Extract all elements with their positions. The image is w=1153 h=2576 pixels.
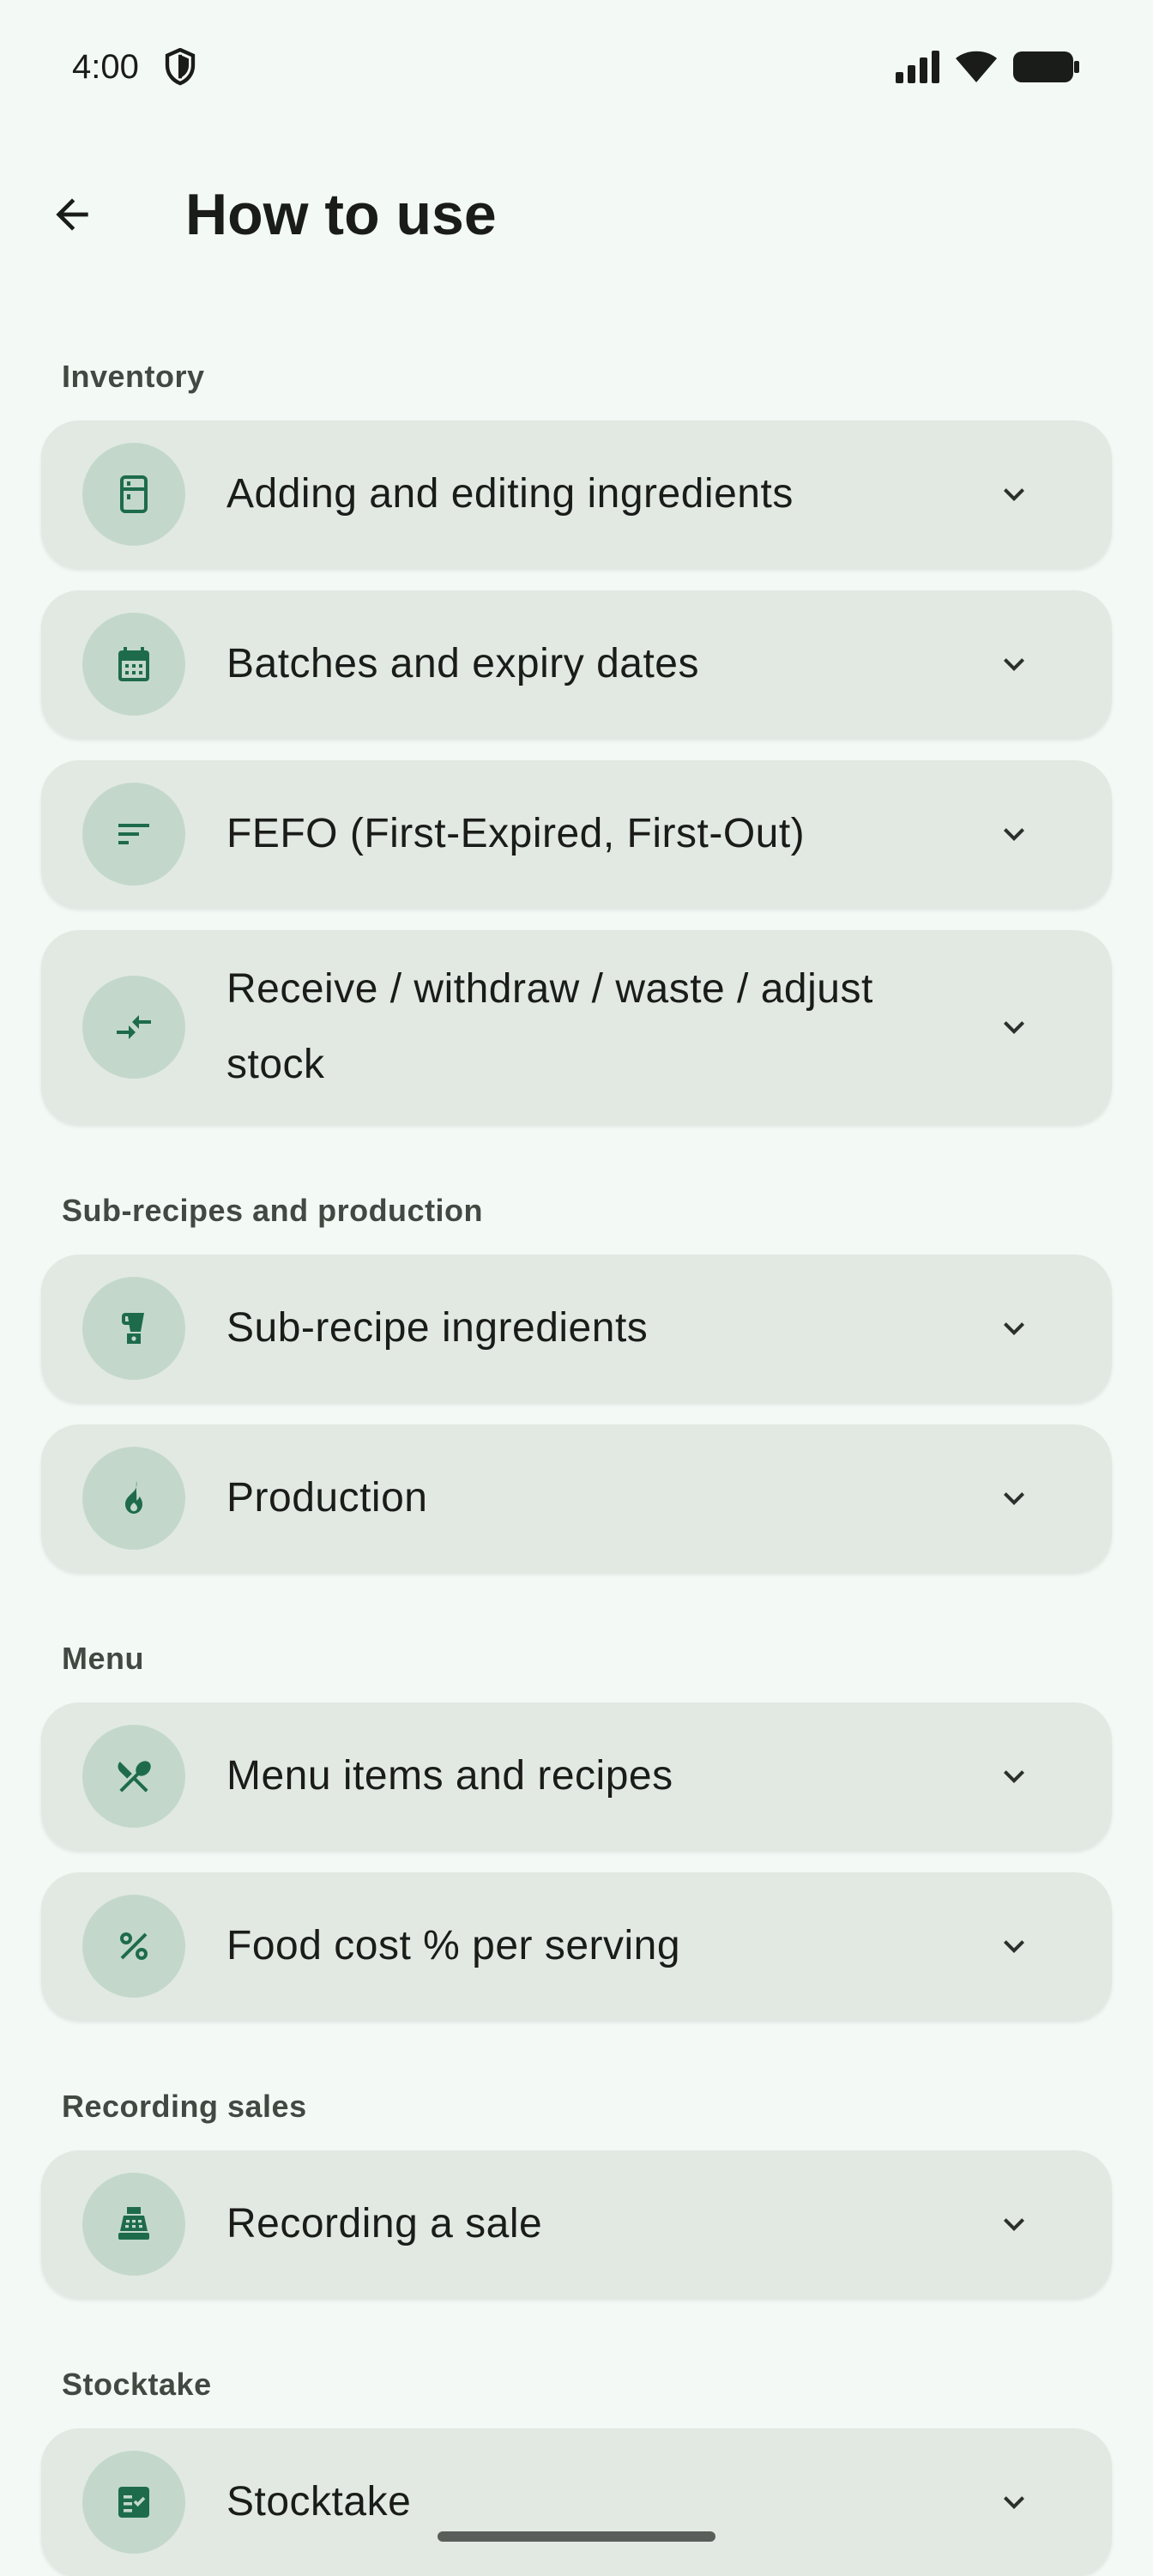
help-item-title: Menu items and recipes xyxy=(226,1753,673,1799)
shield-icon xyxy=(163,48,197,86)
help-item-title: Production xyxy=(226,1475,428,1521)
help-item-title: FEFO (First-Expired, First-Out) xyxy=(226,811,806,856)
gesture-navigation-bar[interactable] xyxy=(438,2531,715,2542)
section-header-recording-sales: Recording sales xyxy=(62,2089,307,2124)
battery-icon xyxy=(1012,50,1081,84)
help-item-batches-expiry[interactable]: Batches and expiry dates xyxy=(41,590,1112,738)
calendar-icon xyxy=(82,613,185,716)
chevron-down-icon[interactable] xyxy=(993,813,1035,855)
chevron-down-icon[interactable] xyxy=(993,1308,1035,1349)
sort-icon xyxy=(82,783,185,886)
help-item-title: Recording a sale xyxy=(226,2201,543,2246)
back-button[interactable] xyxy=(31,173,113,256)
page-title: How to use xyxy=(185,182,497,247)
cellular-signal-icon xyxy=(894,50,942,84)
section-header-inventory: Inventory xyxy=(62,359,205,394)
flame-icon xyxy=(82,1447,185,1550)
section-header-stocktake: Stocktake xyxy=(62,2367,212,2402)
help-item-title: Stocktake xyxy=(226,2479,412,2525)
help-item-title: Sub-recipe ingredients xyxy=(226,1305,649,1351)
chevron-down-icon[interactable] xyxy=(993,644,1035,685)
checklist-icon xyxy=(82,2451,185,2554)
status-bar: 4:00 xyxy=(0,0,1153,129)
compare-arrows-icon xyxy=(82,976,185,1079)
chevron-down-icon[interactable] xyxy=(993,1756,1035,1797)
cash-register-icon xyxy=(82,2173,185,2276)
percent-icon xyxy=(82,1895,185,1998)
help-item-production[interactable]: Production xyxy=(41,1424,1112,1572)
restaurant-icon xyxy=(82,1725,185,1828)
chevron-down-icon[interactable] xyxy=(993,474,1035,515)
help-item-title: Food cost % per serving xyxy=(226,1923,681,1968)
fridge-icon xyxy=(82,443,185,546)
help-item-fefo[interactable]: FEFO (First-Expired, First-Out) xyxy=(41,760,1112,908)
chevron-down-icon[interactable] xyxy=(993,1926,1035,1967)
section-header-menu: Menu xyxy=(62,1641,144,1676)
help-item-adding-ingredients[interactable]: Adding and editing ingredients xyxy=(41,420,1112,568)
help-item-sub-recipe-ingredients[interactable]: Sub-recipe ingredients xyxy=(41,1255,1112,1402)
help-item-food-cost[interactable]: Food cost % per serving xyxy=(41,1872,1112,2020)
help-item-title: Batches and expiry dates xyxy=(226,641,699,686)
section-header-sub-recipes: Sub-recipes and production xyxy=(62,1193,484,1228)
chevron-down-icon[interactable] xyxy=(993,2482,1035,2523)
top-app-bar: How to use xyxy=(0,154,1153,275)
blender-icon xyxy=(82,1277,185,1380)
chevron-down-icon[interactable] xyxy=(993,1007,1035,1048)
help-item-title: Adding and editing ingredients xyxy=(226,471,794,517)
arrow-back-icon xyxy=(48,190,96,239)
wifi-icon xyxy=(954,48,999,84)
chevron-down-icon[interactable] xyxy=(993,1478,1035,1519)
status-time: 4:00 xyxy=(72,48,139,86)
help-item-stocktake[interactable]: Stocktake xyxy=(41,2428,1112,2576)
chevron-down-icon[interactable] xyxy=(993,2204,1035,2245)
help-item-title: Receive / withdraw / waste / adjust stoc… xyxy=(226,966,873,1087)
help-item-recording-sale[interactable]: Recording a sale xyxy=(41,2150,1112,2298)
help-item-stock-movements[interactable]: Receive / withdraw / waste / adjust stoc… xyxy=(41,930,1112,1124)
help-item-menu-items[interactable]: Menu items and recipes xyxy=(41,1702,1112,1850)
